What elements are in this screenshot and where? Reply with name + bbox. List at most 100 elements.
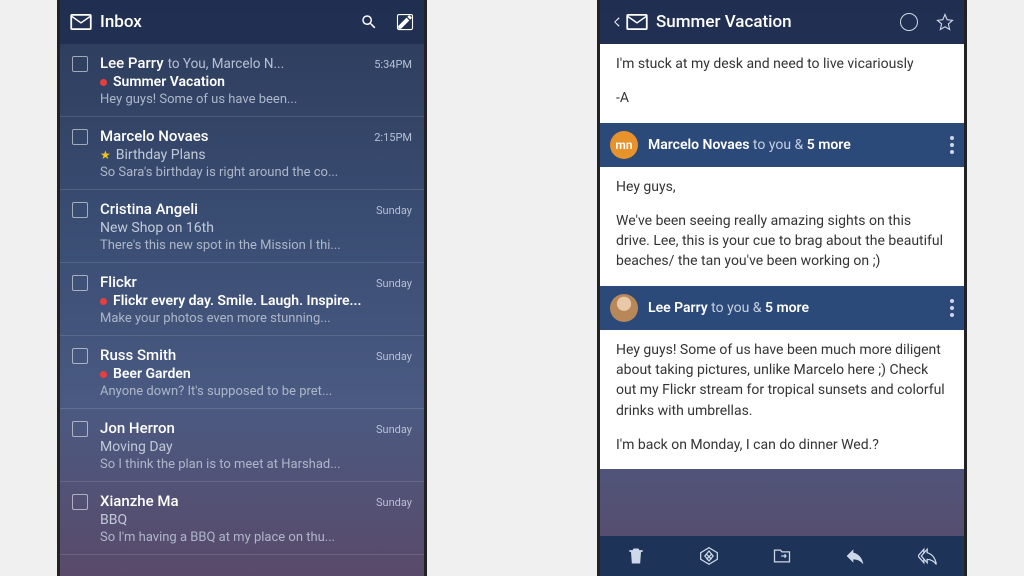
message-sender: Lee Parry xyxy=(648,300,708,316)
avatar xyxy=(610,294,638,322)
row-subject: Moving Day xyxy=(100,439,173,455)
row-content: Cristina Angeli Sunday New Shop on 16th The… xyxy=(100,200,412,253)
thread-phone: Summer Vacation I'm stuck at my desk and… xyxy=(597,0,967,576)
message-recipients: to you & xyxy=(749,137,806,153)
unread-dot-icon xyxy=(100,298,107,305)
reply-all-icon[interactable] xyxy=(918,546,938,566)
row-subject: Summer Vacation xyxy=(113,74,225,90)
unread-dot-icon xyxy=(100,371,107,378)
unread-dot-icon xyxy=(100,79,107,86)
message-text: Hey guys! Some of us have been much more… xyxy=(616,340,948,421)
row-time: Sunday xyxy=(376,204,412,217)
row-checkbox[interactable] xyxy=(72,275,88,291)
row-preview: There's this new spot in the Mission I t… xyxy=(100,238,412,253)
row-content: Marcelo Novaes 2:15PM ★ Birthday Plans So Sa… xyxy=(100,127,412,180)
message-menu-icon[interactable] xyxy=(950,136,954,154)
avatar: mn xyxy=(610,131,638,159)
compose-icon[interactable] xyxy=(396,13,414,31)
thread-title: Summer Vacation xyxy=(656,12,900,32)
message-menu-icon[interactable] xyxy=(950,299,954,317)
thread-actions xyxy=(900,13,954,31)
row-time: Sunday xyxy=(376,496,412,509)
message-text: We've been seeing really amazing sights … xyxy=(616,211,948,272)
spam-icon[interactable] xyxy=(699,546,719,566)
row-content: Jon Herron Sunday Moving Day So I think the… xyxy=(100,419,412,472)
row-subject: Flickr every day. Smile. Laugh. Inspire.… xyxy=(113,293,361,309)
inbox-row[interactable]: Xianzhe Ma Sunday BBQ So I'm having a BBQ a… xyxy=(60,482,424,555)
message-body: I'm stuck at my desk and need to live vi… xyxy=(600,44,964,123)
message-text: Hey guys, xyxy=(616,177,948,197)
message-from-line: Lee Parry to you & 5 more xyxy=(648,300,950,316)
row-subject: Birthday Plans xyxy=(116,147,206,163)
row-checkbox[interactable] xyxy=(72,348,88,364)
message-sender: Marcelo Novaes xyxy=(648,137,749,153)
message-body: Hey guys, We've been seeing really amazin… xyxy=(600,167,964,286)
message-from-line: Marcelo Novaes to you & 5 more xyxy=(648,137,950,153)
row-preview: Hey guys! Some of us have been... xyxy=(100,92,412,107)
inbox-row[interactable]: Marcelo Novaes 2:15PM ★ Birthday Plans So Sa… xyxy=(60,117,424,190)
row-subject: New Shop on 16th xyxy=(100,220,214,236)
mark-unread-icon[interactable] xyxy=(900,13,918,31)
inbox-row[interactable]: Russ Smith Sunday Beer Garden Anyone down? … xyxy=(60,336,424,409)
row-preview: Anyone down? It's supposed to be pret... xyxy=(100,384,412,399)
thread-toolbar xyxy=(600,536,964,576)
inbox-list: Lee Parry to You, Marcelo N... 5:34PM Summ… xyxy=(60,44,424,555)
row-checkbox[interactable] xyxy=(72,129,88,145)
row-sender: Lee Parry xyxy=(100,54,164,72)
row-content: Lee Parry to You, Marcelo N... 5:34PM Summ… xyxy=(100,54,412,107)
message-recipients: to you & xyxy=(708,300,765,316)
inbox-header: Inbox xyxy=(60,0,424,44)
reply-icon[interactable] xyxy=(845,546,865,566)
search-icon[interactable] xyxy=(360,13,378,31)
row-preview: Make your photos even more stunning... xyxy=(100,311,412,326)
inbox-title: Inbox xyxy=(100,12,360,32)
message-text: I'm stuck at my desk and need to live vi… xyxy=(616,54,948,74)
inbox-row[interactable]: Jon Herron Sunday Moving Day So I think the… xyxy=(60,409,424,482)
row-content: Russ Smith Sunday Beer Garden Anyone down? … xyxy=(100,346,412,399)
row-time: Sunday xyxy=(376,423,412,436)
row-recipients: to You, Marcelo N... xyxy=(168,56,367,72)
row-sender: Flickr xyxy=(100,273,137,291)
row-sender: Jon Herron xyxy=(100,419,175,437)
row-sender: Cristina Angeli xyxy=(100,200,198,218)
back-icon[interactable] xyxy=(610,15,624,29)
inbox-actions xyxy=(360,13,414,31)
row-content: Flickr Sunday Flickr every day. Smile. Lau… xyxy=(100,273,412,326)
row-content: Xianzhe Ma Sunday BBQ So I'm having a BBQ a… xyxy=(100,492,412,545)
row-time: 2:15PM xyxy=(374,131,412,144)
message-text: I'm back on Monday, I can do dinner Wed.… xyxy=(616,435,948,455)
row-checkbox[interactable] xyxy=(72,56,88,72)
inbox-row[interactable]: Flickr Sunday Flickr every day. Smile. Lau… xyxy=(60,263,424,336)
message-body: Hey guys! Some of us have been much more… xyxy=(600,330,964,469)
row-sender: Russ Smith xyxy=(100,346,176,364)
message-header[interactable]: Lee Parry to you & 5 more xyxy=(600,286,964,330)
inbox-row[interactable]: Lee Parry to You, Marcelo N... 5:34PM Summ… xyxy=(60,44,424,117)
inbox-row[interactable]: Cristina Angeli Sunday New Shop on 16th The… xyxy=(60,190,424,263)
row-time: Sunday xyxy=(376,350,412,363)
row-preview: So Sara's birthday is right around the c… xyxy=(100,165,412,180)
row-subject: Beer Garden xyxy=(113,366,191,382)
message-more-count: 5 more xyxy=(765,300,809,316)
star-marker-icon: ★ xyxy=(100,148,111,162)
row-time: 5:34PM xyxy=(374,58,412,71)
thread-header: Summer Vacation xyxy=(600,0,964,44)
move-icon[interactable] xyxy=(772,546,792,566)
row-preview: So I'm having a BBQ at my place on thu..… xyxy=(100,530,412,545)
thread-body: I'm stuck at my desk and need to live vi… xyxy=(600,44,964,536)
message-signature: -A xyxy=(616,88,948,108)
row-preview: So I think the plan is to meet at Harsha… xyxy=(100,457,412,472)
delete-icon[interactable] xyxy=(626,546,646,566)
mail-icon xyxy=(626,14,648,30)
row-sender: Marcelo Novaes xyxy=(100,127,209,145)
row-subject: BBQ xyxy=(100,512,127,528)
row-checkbox[interactable] xyxy=(72,202,88,218)
row-checkbox[interactable] xyxy=(72,421,88,437)
mail-icon xyxy=(70,14,92,30)
star-icon[interactable] xyxy=(936,13,954,31)
inbox-phone: Inbox Lee Parry to You, Marcelo N... 5:34… xyxy=(57,0,427,576)
row-sender: Xianzhe Ma xyxy=(100,492,179,510)
row-time: Sunday xyxy=(376,277,412,290)
row-checkbox[interactable] xyxy=(72,494,88,510)
message-header[interactable]: mn Marcelo Novaes to you & 5 more xyxy=(600,123,964,167)
message-more-count: 5 more xyxy=(807,137,851,153)
